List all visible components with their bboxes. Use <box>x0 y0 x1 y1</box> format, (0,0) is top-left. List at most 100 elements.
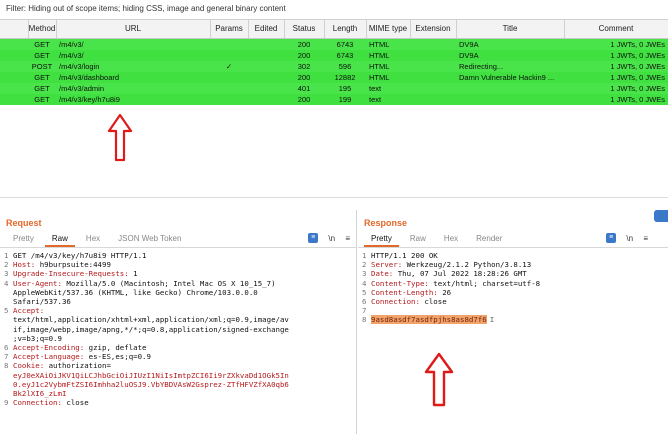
code-line: 3 Upgrade-Insecure-Requests: 1 <box>4 269 352 278</box>
column-header[interactable]: Title <box>456 20 565 39</box>
column-header[interactable] <box>0 20 29 39</box>
tab-json-web-token[interactable]: JSON Web Token <box>111 230 188 247</box>
line-text: HTTP/1.1 200 OK <box>371 251 438 260</box>
response-pane: Response Pretty Raw Hex Render ≡ \n ≡ 1 HTTP… <box>358 210 668 434</box>
table-row[interactable]: GET/m4/v3/admin 401 195 text 1 JWTs, 0 JWEs <box>0 82 668 94</box>
line-number: 6 <box>362 297 367 307</box>
column-header[interactable]: Length <box>324 20 367 39</box>
code-line: 8 Cookie: authorization= <box>4 361 352 370</box>
line-number <box>4 315 13 324</box>
line-number: 2 <box>362 260 367 270</box>
header-value: 26 <box>437 287 452 297</box>
code-line: text/html,application/xhtml+xml,applicat… <box>4 315 352 324</box>
cell-title <box>456 93 564 105</box>
tab-raw[interactable]: Raw <box>44 230 75 247</box>
header-value: authorization= <box>44 361 111 371</box>
column-header[interactable]: Edited <box>248 20 285 39</box>
code-line: Safari/537.36 <box>4 297 352 306</box>
response-title: Response <box>364 218 408 228</box>
table-header-row: Method URL Params Edited Status Length MIME ty… <box>0 20 668 39</box>
cell-mime-type: HTML <box>366 60 410 72</box>
line-number: 4 <box>4 278 9 288</box>
line-text: Connection: close <box>371 297 447 306</box>
divider <box>0 197 668 198</box>
code-line: if,image/webp,image/apng,*/*;q=0.8,appli… <box>4 325 352 334</box>
cell-title <box>456 82 564 94</box>
column-header[interactable]: Extension <box>410 20 457 39</box>
column-header[interactable]: Comment <box>564 20 668 39</box>
cell-url: /m4/v3/dashboard <box>56 71 210 83</box>
line-number <box>4 371 13 380</box>
list-icon[interactable]: ≡ <box>606 233 617 243</box>
line-number: 8 <box>4 361 9 371</box>
cell-params <box>210 82 248 94</box>
cell-url: /m4/v3/admin <box>56 82 210 94</box>
line-text: Upgrade-Insecure-Requests: 1 <box>13 269 138 278</box>
menu-icon[interactable]: ≡ <box>643 234 648 243</box>
header-value: es-ES,es;q=0.9 <box>84 352 151 362</box>
cell-params <box>210 49 248 61</box>
menu-icon[interactable]: ≡ <box>345 234 350 243</box>
cell-method: GET <box>28 82 56 94</box>
line-number: 5 <box>4 306 9 316</box>
cell-title: DV9A <box>456 49 564 61</box>
column-header[interactable]: Params <box>210 20 249 39</box>
column-header[interactable]: URL <box>56 20 211 39</box>
tab-hex[interactable]: Hex <box>437 230 465 247</box>
line-number: 1 <box>362 251 367 260</box>
header-name: Accept: <box>13 306 45 316</box>
line-text: Content-Length: 26 <box>371 288 451 297</box>
cell-edited <box>248 93 284 105</box>
tab-hex[interactable]: Hex <box>79 230 107 247</box>
cell-title: Redirecting... <box>456 60 564 72</box>
inspector-toggle-icon[interactable] <box>654 210 668 222</box>
code-line: 8 9asd8asdf7asdfpjhs8as8d7f6 I <box>362 315 664 325</box>
header-name: Content-Type: <box>371 278 429 288</box>
line-number <box>4 389 13 398</box>
red-arrow-up-icon <box>107 113 133 162</box>
column-header[interactable]: MIME type <box>366 20 411 39</box>
line-text: AppleWebKit/537.36 (KHTML, like Gecko) C… <box>13 287 258 297</box>
tab-raw[interactable]: Raw <box>403 230 433 247</box>
tab-pretty[interactable]: Pretty <box>6 230 41 247</box>
cell-mime-type: text <box>366 93 410 105</box>
newline-icon[interactable]: \n <box>328 234 335 243</box>
tab-pretty[interactable]: Pretty <box>364 230 399 247</box>
request-editor[interactable]: 1 GET /m4/v3/key/h7u8i9 HTTP/1.1 2 Host: h9… <box>0 248 356 407</box>
cell-url: /m4/v3/ <box>56 49 210 61</box>
line-number: 3 <box>4 269 9 279</box>
cell-extension <box>410 93 456 105</box>
filter-bar[interactable]: Filter: Hiding out of scope items; hidin… <box>0 0 668 20</box>
cell-extension <box>410 38 456 50</box>
cell-method: GET <box>28 49 56 61</box>
header-value: close <box>61 398 89 408</box>
table-row[interactable]: POST/m4/v3/login ✓ 302 596 HTML Redirecting..… <box>0 60 668 72</box>
response-editor[interactable]: 1 HTTP/1.1 200 OK 2 Server: Werkzeug/2.1.2 … <box>358 248 668 325</box>
table-row[interactable]: GET/m4/v3/200 6743 HTML DV9A 1 JWTs, 0 JWEs <box>0 49 668 61</box>
column-header[interactable]: Status <box>284 20 325 39</box>
table-row[interactable]: GET/m4/v3/200 6743 HTML DV9A 1 JWTs, 0 JWEs <box>0 38 668 50</box>
header-value: gzip, deflate <box>84 343 147 353</box>
cell-status: 200 <box>284 38 324 50</box>
table-row[interactable]: GET/m4/v3/dashboard 200 12882 HTML Damn Vuln… <box>0 71 668 83</box>
line-number <box>4 380 13 389</box>
line-number: 9 <box>4 398 9 408</box>
cell-length: 195 <box>324 82 366 94</box>
filter-text: Filter: Hiding out of scope items; hidin… <box>6 4 286 13</box>
newline-icon[interactable]: \n <box>626 234 633 243</box>
cell-comment: 1 JWTs, 0 JWEs <box>564 71 668 83</box>
table-row[interactable]: GET/m4/v3/key/h7u8i9 200 199 text 1 JWTs, 0 … <box>0 93 668 105</box>
line-number: 6 <box>4 343 9 353</box>
cell-extension <box>410 71 456 83</box>
request-title: Request <box>6 218 42 228</box>
cell-method: POST <box>28 60 56 72</box>
tab-render[interactable]: Render <box>469 230 509 247</box>
line-number <box>4 325 13 334</box>
column-header[interactable]: Method <box>28 20 57 39</box>
response-body-secret[interactable]: 9asd8asdf7asdfpjhs8as8d7f6 <box>371 315 487 325</box>
request-tabs: Pretty Raw Hex JSON Web Token ≡ \n ≡ <box>0 230 356 248</box>
line-text: Accept: <box>13 306 44 315</box>
cell-status: 200 <box>284 93 324 105</box>
code-line: Bk2lXI6_zLmI <box>4 389 352 398</box>
list-icon[interactable]: ≡ <box>308 233 319 243</box>
